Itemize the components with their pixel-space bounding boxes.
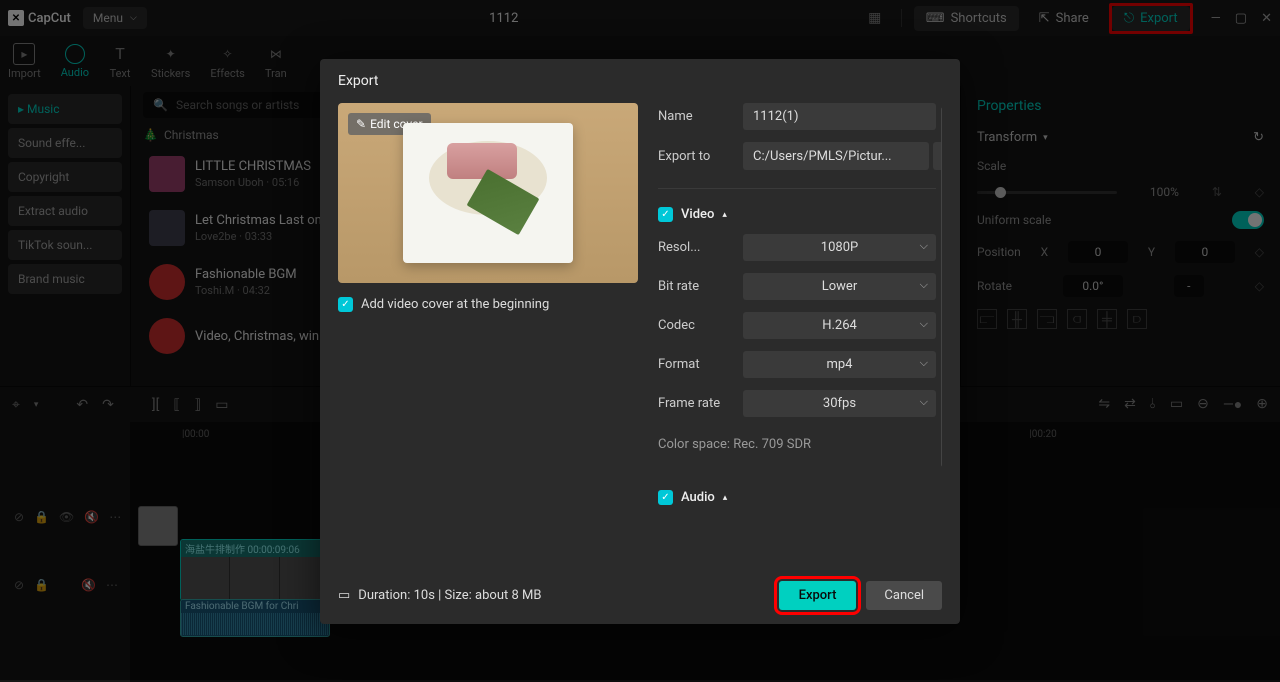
add-cover-checkbox-row[interactable]: ✓ Add video cover at the beginning: [338, 297, 638, 312]
export-confirm-button[interactable]: Export: [779, 581, 857, 610]
divider: [658, 188, 936, 189]
framerate-label: Frame rate: [658, 396, 733, 411]
checkbox-checked-icon[interactable]: ✓: [658, 207, 673, 222]
format-label: Format: [658, 357, 733, 372]
audio-section-header[interactable]: ✓ Audio ▴: [658, 490, 936, 505]
name-input[interactable]: [743, 103, 936, 130]
codec-label: Codec: [658, 318, 733, 333]
pencil-icon: ✎: [356, 117, 366, 131]
dialog-footer: ▭ Duration: 10s | Size: about 8 MB Expor…: [320, 567, 960, 624]
dialog-right: Name Export to 🗀 ✓ Video ▴ Resol...1080P…: [658, 103, 942, 567]
scrollbar[interactable]: [941, 107, 942, 467]
export-to-label: Export to: [658, 149, 733, 164]
framerate-select[interactable]: 30fps: [743, 390, 936, 417]
dialog-title: Export: [320, 59, 960, 103]
name-label: Name: [658, 109, 733, 124]
export-dialog: Export ✎Edit cover ✓ Add video cover at …: [320, 59, 960, 624]
cover-preview: ✎Edit cover: [338, 103, 638, 283]
resolution-label: Resol...: [658, 240, 733, 255]
path-input[interactable]: [743, 142, 929, 170]
bitrate-label: Bit rate: [658, 279, 733, 294]
color-space-note: Color space: Rec. 709 SDR: [658, 437, 936, 452]
chevron-up-icon: ▴: [723, 493, 728, 503]
checkbox-checked-icon[interactable]: ✓: [658, 490, 673, 505]
format-select[interactable]: mp4: [743, 351, 936, 378]
duration-info: ▭ Duration: 10s | Size: about 8 MB: [338, 588, 541, 603]
film-icon: ▭: [338, 588, 350, 603]
codec-select[interactable]: H.264: [743, 312, 936, 339]
video-section-header[interactable]: ✓ Video ▴: [658, 207, 936, 222]
bitrate-select[interactable]: Lower: [743, 273, 936, 300]
chevron-up-icon: ▴: [722, 210, 727, 220]
dialog-left: ✎Edit cover ✓ Add video cover at the beg…: [338, 103, 638, 567]
resolution-select[interactable]: 1080P: [743, 234, 936, 261]
checkbox-checked-icon[interactable]: ✓: [338, 297, 353, 312]
cancel-button[interactable]: Cancel: [866, 581, 942, 610]
